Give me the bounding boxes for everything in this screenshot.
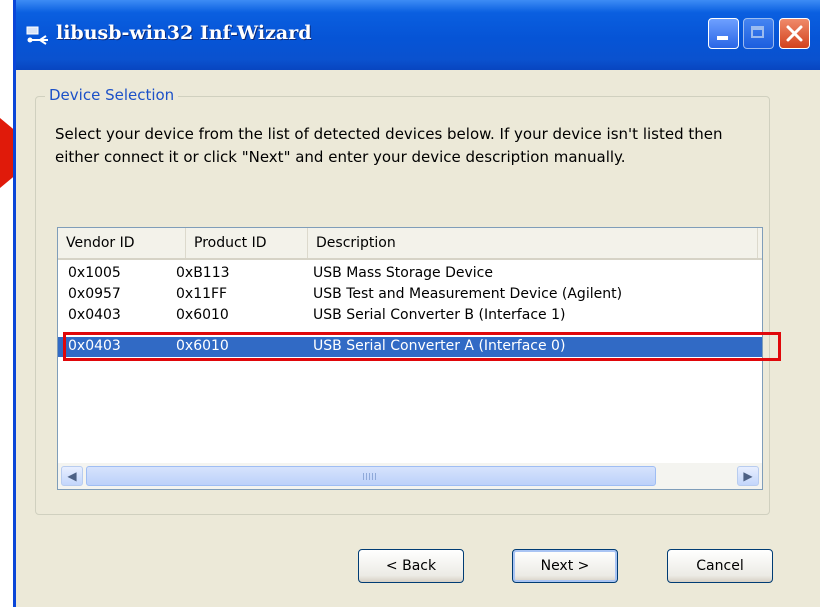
- horizontal-scrollbar[interactable]: ◀ ▶: [58, 463, 762, 489]
- chevron-right-icon: ▶: [743, 469, 753, 483]
- vendor-id-cell: 0x0403: [68, 307, 121, 323]
- device-row[interactable]: 0x1005 0xB113 USB Mass Storage Device: [58, 264, 762, 284]
- vendor-id-cell: 0x0957: [68, 286, 121, 302]
- description-cell: USB Test and Measurement Device (Agilent…: [313, 286, 623, 302]
- scroll-right-button[interactable]: ▶: [737, 466, 759, 486]
- column-header-description[interactable]: Description: [308, 228, 758, 258]
- instructions-text: Select your device from the list of dete…: [55, 125, 723, 166]
- product-id-cell: 0x11FF: [176, 286, 228, 302]
- product-id-cell: 0x6010: [176, 307, 229, 323]
- description-cell: USB Serial Converter B (Interface 1): [313, 307, 566, 323]
- minimize-icon: [717, 36, 728, 40]
- list-header: Vendor ID Product ID Description: [58, 228, 762, 260]
- scroll-left-button[interactable]: ◀: [61, 466, 83, 486]
- selection-highlight-box: [63, 332, 781, 361]
- minimize-button[interactable]: [708, 18, 739, 49]
- product-id-cell: 0xB113: [176, 265, 230, 281]
- maximize-icon: [751, 26, 764, 38]
- vendor-id-cell: 0x1005: [68, 265, 121, 281]
- device-row[interactable]: 0x0957 0x11FF USB Test and Measurement D…: [58, 285, 762, 305]
- next-button[interactable]: Next >: [512, 549, 618, 583]
- close-icon: [786, 25, 803, 42]
- usb-app-icon: [26, 26, 48, 45]
- title-bar[interactable]: libusb-win32 Inf-Wizard: [16, 0, 820, 70]
- column-header-product[interactable]: Product ID: [186, 228, 308, 258]
- group-legend: Device Selection: [45, 86, 179, 104]
- device-row[interactable]: 0x0403 0x6010 USB Serial Converter B (In…: [58, 306, 762, 326]
- scrollbar-thumb[interactable]: [86, 466, 656, 486]
- grip-icon: [363, 473, 377, 480]
- cancel-button[interactable]: Cancel: [667, 549, 773, 583]
- window-title: libusb-win32 Inf-Wizard: [56, 22, 312, 44]
- maximize-button[interactable]: [743, 18, 774, 49]
- column-header-vendor[interactable]: Vendor ID: [58, 228, 186, 258]
- back-button[interactable]: < Back: [358, 549, 464, 583]
- chevron-left-icon: ◀: [67, 469, 77, 483]
- close-button[interactable]: [779, 18, 810, 49]
- description-cell: USB Mass Storage Device: [313, 265, 493, 281]
